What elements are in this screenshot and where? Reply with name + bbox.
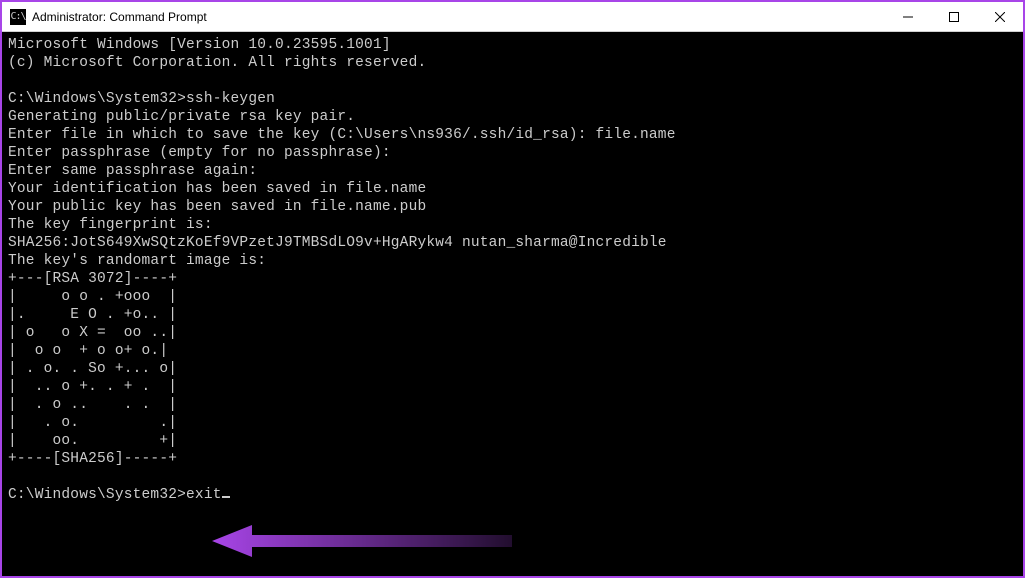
annotation-arrow-icon — [212, 521, 512, 561]
terminal-prompt: C:\Windows\System32> — [8, 487, 186, 503]
terminal-output: Microsoft Windows [Version 10.0.23595.10… — [8, 37, 676, 467]
terminal-input[interactable]: exit — [186, 487, 222, 503]
minimize-button[interactable] — [885, 2, 931, 31]
cmd-window: C:\ Administrator: Command Prompt Micros… — [2, 2, 1023, 576]
terminal-cursor — [222, 496, 230, 498]
terminal-area[interactable]: Microsoft Windows [Version 10.0.23595.10… — [2, 32, 1023, 576]
window-controls — [885, 2, 1023, 31]
close-button[interactable] — [977, 2, 1023, 31]
window-title: Administrator: Command Prompt — [32, 10, 885, 24]
cmd-app-icon: C:\ — [10, 9, 26, 25]
maximize-button[interactable] — [931, 2, 977, 31]
titlebar[interactable]: C:\ Administrator: Command Prompt — [2, 2, 1023, 32]
